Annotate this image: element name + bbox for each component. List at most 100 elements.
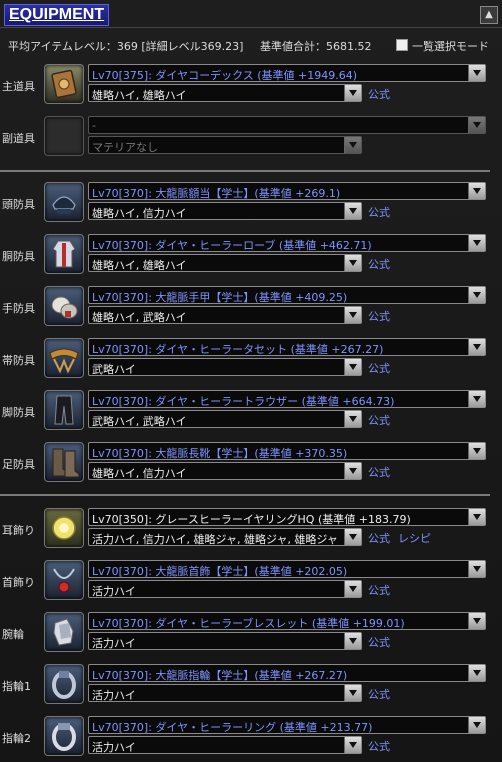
gear-row-ring2: 指輪2 Lv70[370]: ダイヤ・ヒーラーリング (基準値 +213.77)… xyxy=(0,714,502,760)
chevron-down-icon xyxy=(468,117,485,133)
slot-label: 主道具 xyxy=(2,80,35,93)
item-select[interactable]: Lv70[370]: 大龍脈指輪【学士】(基準値 +267.27) xyxy=(88,664,486,682)
robe-icon[interactable] xyxy=(44,234,84,274)
official-link[interactable]: 公式 xyxy=(368,308,390,324)
chevron-down-icon xyxy=(344,529,361,545)
necklace-icon[interactable] xyxy=(44,560,84,600)
chevron-down-icon xyxy=(344,685,361,701)
item-select[interactable]: Lv70[370]: ダイヤ・ヒーラーブレスレット (基準値 +199.01) xyxy=(88,612,486,630)
chevron-down-icon xyxy=(468,287,485,303)
materia-select[interactable]: 武略ハイ, 武略ハイ xyxy=(88,410,362,428)
chevron-down-icon xyxy=(344,307,361,323)
gear-row-feet: 足防具 Lv70[370]: 大龍脈長靴【学士】(基準値 +370.35) 雄略… xyxy=(0,440,502,486)
slot-label: 指輪1 xyxy=(2,680,31,693)
bracelet-icon[interactable] xyxy=(44,612,84,652)
materia-select[interactable]: 活力ハイ xyxy=(88,736,362,754)
chevron-down-icon xyxy=(344,359,361,375)
official-link[interactable]: 公式 xyxy=(368,530,390,546)
item-select[interactable]: Lv70[370]: 大龍脈長靴【学士】(基準値 +370.35) xyxy=(88,442,486,460)
slot-label: 副道具 xyxy=(2,132,35,145)
slot-label: 帯防具 xyxy=(2,354,35,367)
triangle-up-icon[interactable]: ▲ xyxy=(480,6,498,24)
codex-icon[interactable] xyxy=(44,64,84,104)
slot-label: 指輪2 xyxy=(2,732,31,745)
gear-row-waist: 帯防具 Lv70[370]: ダイヤ・ヒーラータセット (基準値 +267.27… xyxy=(0,336,502,382)
materia-select[interactable]: 雄略ハイ, 信力ハイ xyxy=(88,462,362,480)
item-select[interactable]: Lv70[370]: ダイヤ・ヒーラータセット (基準値 +267.27) xyxy=(88,338,486,356)
chevron-down-icon xyxy=(344,581,361,597)
chevron-down-icon xyxy=(468,65,485,81)
materia-select[interactable]: 武略ハイ xyxy=(88,358,362,376)
earring-icon[interactable] xyxy=(44,508,84,548)
chevron-down-icon xyxy=(468,235,485,251)
panel-title: EQUIPMENT xyxy=(4,4,110,26)
item-select[interactable]: Lv70[370]: ダイヤ・ヒーラーリング (基準値 +213.77) xyxy=(88,716,486,734)
item-select[interactable]: Lv70[350]: グレースヒーラーイヤリングHQ (基準値 +183.79) xyxy=(88,508,486,526)
chevron-down-icon xyxy=(468,665,485,681)
gear-row-hands: 手防具 Lv70[370]: 大龍脈手甲【学士】(基準値 +409.25) 雄略… xyxy=(0,284,502,330)
gear-row-necklace: 首飾り Lv70[370]: 大龍脈首飾【学士】(基準値 +202.05) 活力… xyxy=(0,558,502,604)
official-link[interactable]: 公式 xyxy=(368,738,390,754)
item-select[interactable]: Lv70[370]: ダイヤ・ヒーラーローブ (基準値 +462.71) xyxy=(88,234,486,252)
materia-select[interactable]: 活力ハイ, 信力ハイ, 雄略ジャ, 雄略ジャ, 雄略ジャ xyxy=(88,528,362,546)
materia-select[interactable]: 活力ハイ xyxy=(88,580,362,598)
official-link[interactable]: 公式 xyxy=(368,412,390,428)
materia-select[interactable]: マテリアなし xyxy=(88,136,362,154)
official-link[interactable]: 公式 xyxy=(368,360,390,376)
materia-select[interactable]: 活力ハイ xyxy=(88,632,362,650)
item-select[interactable]: Lv70[370]: ダイヤ・ヒーラートラウザー (基準値 +664.73) xyxy=(88,390,486,408)
gloves-icon[interactable] xyxy=(44,286,84,326)
official-link[interactable]: 公式 xyxy=(368,464,390,480)
item-select[interactable]: - xyxy=(88,116,486,134)
select-mode-label: 一覧選択モード xyxy=(412,40,489,53)
chevron-down-icon xyxy=(344,255,361,271)
header-rule xyxy=(0,27,502,28)
official-link[interactable]: 公式 xyxy=(368,582,390,598)
slot-label: 手防具 xyxy=(2,302,35,315)
materia-select[interactable]: 活力ハイ xyxy=(88,684,362,702)
slot-label: 脚防具 xyxy=(2,406,35,419)
empty-slot-icon[interactable] xyxy=(44,116,84,156)
section-divider xyxy=(0,494,490,496)
slot-label: 首飾り xyxy=(2,576,35,589)
gear-row-earrings: 耳飾り Lv70[350]: グレースヒーラーイヤリングHQ (基準値 +183… xyxy=(0,506,502,552)
ring-icon[interactable] xyxy=(44,664,84,704)
chevron-down-icon xyxy=(344,411,361,427)
gear-row-legs: 脚防具 Lv70[370]: ダイヤ・ヒーラートラウザー (基準値 +664.7… xyxy=(0,388,502,434)
ring-icon[interactable] xyxy=(44,716,84,756)
slot-label: 足防具 xyxy=(2,458,35,471)
official-link[interactable]: 公式 xyxy=(368,686,390,702)
headgear-icon[interactable] xyxy=(44,182,84,222)
trousers-icon[interactable] xyxy=(44,390,84,430)
gear-row-off-hand: 副道具 - マテリアなし xyxy=(0,114,502,160)
official-link[interactable]: 公式 xyxy=(368,634,390,650)
section-divider xyxy=(0,170,490,172)
chevron-down-icon xyxy=(468,613,485,629)
official-link[interactable]: 公式 xyxy=(368,256,390,272)
item-select[interactable]: Lv70[370]: 大龍脈額当【学士】(基準値 +269.1) xyxy=(88,182,486,200)
gear-row-body: 胴防具 Lv70[370]: ダイヤ・ヒーラーローブ (基準値 +462.71)… xyxy=(0,232,502,278)
chevron-down-icon xyxy=(468,509,485,525)
select-mode-checkbox[interactable] xyxy=(396,39,408,51)
slot-label: 胴防具 xyxy=(2,250,35,263)
official-link[interactable]: 公式 xyxy=(368,86,390,102)
chevron-down-icon xyxy=(344,463,361,479)
chevron-down-icon xyxy=(344,737,361,753)
materia-select[interactable]: 雄略ハイ, 雄略ハイ xyxy=(88,84,362,102)
materia-select[interactable]: 雄略ハイ, 武略ハイ xyxy=(88,306,362,324)
recipe-link[interactable]: レシピ xyxy=(398,530,431,546)
equipment-panel: EQUIPMENT ▲ 平均アイテムレベル：369 [詳細レベル369.23] … xyxy=(0,0,502,762)
official-link[interactable]: 公式 xyxy=(368,204,390,220)
slot-label: 頭防具 xyxy=(2,198,35,211)
item-select[interactable]: Lv70[375]: ダイヤコーデックス (基準値 +1949.64) xyxy=(88,64,486,82)
belt-icon[interactable] xyxy=(44,338,84,378)
boots-icon[interactable] xyxy=(44,442,84,482)
materia-select[interactable]: 雄略ハイ, 雄略ハイ xyxy=(88,254,362,272)
item-select[interactable]: Lv70[370]: 大龍脈手甲【学士】(基準値 +409.25) xyxy=(88,286,486,304)
panel-header: EQUIPMENT ▲ xyxy=(0,0,502,30)
stats-bar: 平均アイテムレベル：369 [詳細レベル369.23] 基準値合計：5681.5… xyxy=(8,38,498,53)
chevron-down-icon xyxy=(344,137,361,153)
item-select[interactable]: Lv70[370]: 大龍脈首飾【学士】(基準値 +202.05) xyxy=(88,560,486,578)
materia-select[interactable]: 雄略ハイ, 信力ハイ xyxy=(88,202,362,220)
gear-row-ring1: 指輪1 Lv70[370]: 大龍脈指輪【学士】(基準値 +267.27) 活力… xyxy=(0,662,502,708)
